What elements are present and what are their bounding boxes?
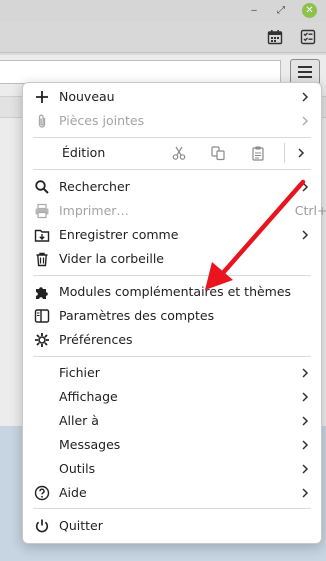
menu-item-tools[interactable]: Outils — [23, 457, 321, 481]
chevron-right-icon — [302, 440, 309, 450]
menu-item-file[interactable]: Fichier — [23, 361, 321, 385]
menu-item-label: Aide — [59, 485, 87, 500]
chevron-right-icon — [302, 116, 309, 126]
gear-icon — [35, 333, 49, 347]
menu-separator — [33, 356, 311, 357]
menu-item-preferences[interactable]: Préférences — [23, 328, 321, 352]
paste-icon[interactable] — [250, 145, 266, 161]
chevron-right-icon — [302, 416, 309, 426]
printer-icon — [35, 203, 49, 219]
menu-item-go[interactable]: Aller à — [23, 409, 321, 433]
menu-item-label: Affichage — [59, 389, 118, 404]
menu-item-search[interactable]: Rechercher — [23, 175, 321, 199]
save-icon — [34, 229, 50, 242]
paperclip-icon — [38, 114, 46, 128]
menu-item-edit: Édition — [23, 140, 321, 166]
menu-item-label: Vider la corbeille — [59, 251, 164, 266]
menu-item-empty-trash[interactable]: Vider la corbeille — [23, 247, 321, 271]
chevron-right-icon — [302, 368, 309, 378]
menu-item-attachments[interactable]: Pièces jointes — [23, 109, 321, 133]
menu-item-messages[interactable]: Messages — [23, 433, 321, 457]
menu-item-label: Imprimer… — [59, 203, 129, 218]
menu-item-label: Paramètres des comptes — [59, 308, 215, 323]
menu-item-label: Messages — [59, 437, 121, 452]
app-menu-panel: Nouveau Pièces jointes Édition Recherche… — [22, 82, 326, 544]
menu-item-help[interactable]: Aide — [23, 481, 321, 505]
edit-divider — [284, 143, 285, 163]
menu-item-label: Nouveau — [59, 89, 115, 104]
chevron-right-icon — [302, 182, 309, 192]
menu-item-shortcut: Ctrl+P — [294, 203, 326, 218]
search-field[interactable] — [0, 60, 281, 84]
copy-icon[interactable] — [210, 145, 226, 161]
chevron-right-icon — [302, 464, 309, 474]
menu-item-label: Rechercher — [59, 179, 130, 194]
power-icon — [35, 519, 49, 533]
calendar-icon[interactable] — [267, 29, 283, 45]
menu-separator — [33, 169, 311, 170]
menu-item-label: Fichier — [59, 365, 100, 380]
menu-item-print[interactable]: Imprimer… Ctrl+P — [23, 199, 326, 223]
menu-item-label: Outils — [59, 461, 96, 476]
menu-item-label: Aller à — [59, 413, 99, 428]
menu-item-quit[interactable]: Quitter — [23, 514, 321, 538]
help-icon — [34, 485, 50, 501]
menu-item-view[interactable]: Affichage — [23, 385, 321, 409]
menu-item-label: Préférences — [59, 332, 133, 347]
account-settings-icon — [34, 309, 50, 323]
cut-icon[interactable] — [171, 145, 187, 161]
chevron-right-icon — [302, 92, 309, 102]
chevron-right-icon[interactable] — [295, 145, 307, 161]
menu-separator — [33, 137, 311, 138]
plus-icon — [36, 91, 48, 103]
menu-item-label: Modules complémentaires et thèmes — [59, 284, 292, 299]
minimize-button[interactable]: ‒ — [248, 5, 260, 17]
menu-item-label: Pièces jointes — [59, 113, 145, 128]
menu-item-addons-themes[interactable]: Modules complémentaires et thèmes — [23, 280, 321, 304]
menu-item-new[interactable]: Nouveau — [23, 85, 321, 109]
toolbar-divider — [0, 52, 326, 53]
menu-separator — [33, 275, 311, 276]
trash-icon — [36, 252, 48, 267]
menu-item-label: Édition — [62, 145, 106, 160]
tasks-icon[interactable] — [300, 29, 316, 45]
maximize-button[interactable]: ⤢ — [275, 5, 287, 17]
chevron-right-icon — [302, 488, 309, 498]
close-button[interactable]: ✕ — [302, 3, 317, 18]
toolbar — [0, 22, 326, 52]
menu-item-account-settings[interactable]: Paramètres des comptes — [23, 304, 321, 328]
menu-separator — [33, 508, 311, 509]
puzzle-icon — [36, 287, 48, 299]
menu-item-save-as[interactable]: Enregistrer comme — [23, 223, 321, 247]
title-bar: ‒ ⤢ ✕ — [0, 0, 326, 22]
menu-item-label: Quitter — [59, 518, 103, 533]
menu-item-label: Enregistrer comme — [59, 227, 179, 242]
search-icon — [35, 180, 49, 194]
chevron-right-icon — [302, 392, 309, 402]
chevron-right-icon — [302, 230, 309, 240]
